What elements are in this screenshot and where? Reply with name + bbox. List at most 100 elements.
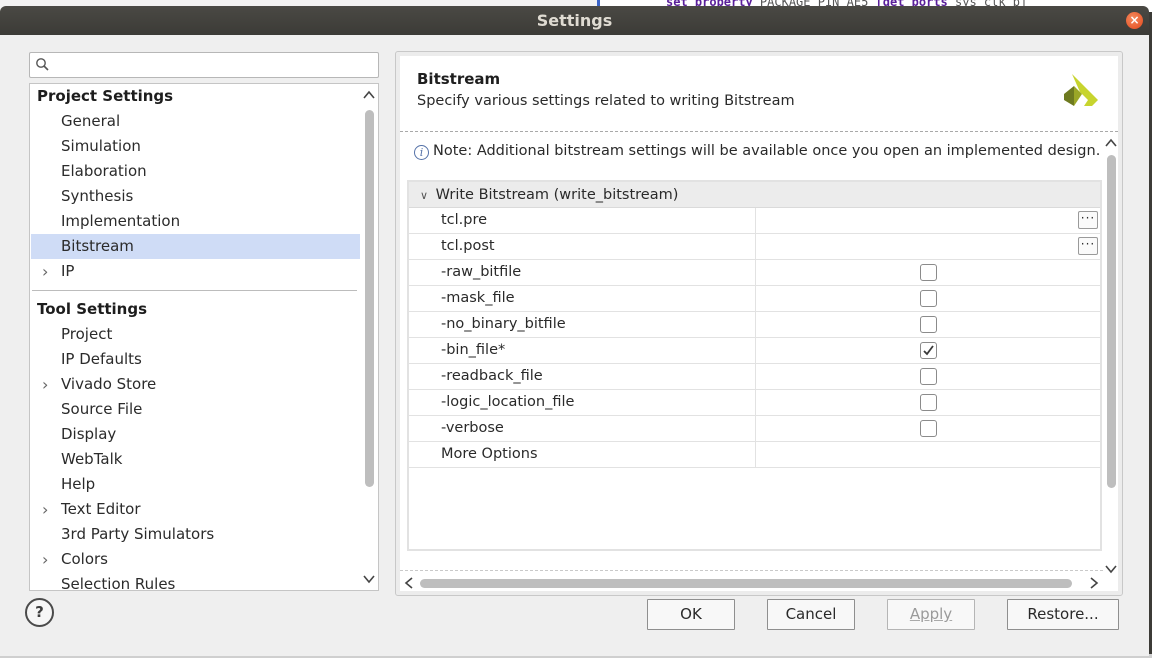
sidebar-item-help[interactable]: Help [31,472,360,497]
sidebar-item-synthesis[interactable]: Synthesis [31,184,360,209]
properties-table: ∨ Write Bitstream (write_bitstream) tcl.… [407,180,1102,551]
tree-group-project-settings[interactable]: Project Settings [30,84,360,109]
sidebar-item-source-file[interactable]: Source File [31,397,360,422]
property-row: tcl.pre ··· [409,208,1100,234]
property-value [757,416,1100,442]
sidebar-item-project[interactable]: Project [31,322,360,347]
property-row: -bin_file* [409,338,1100,364]
sidebar-item-elaboration[interactable]: Elaboration [31,159,360,184]
property-value: ··· [757,208,1100,234]
property-row: -logic_location_file [409,390,1100,416]
property-name: tcl.pre [409,208,756,234]
panel-note: i Note: Additional bitstream settings wil… [414,143,1100,160]
tree-divider [32,290,357,291]
property-name: tcl.post [409,234,756,260]
note-text: Note: Additional bitstream settings will… [433,143,1101,159]
sidebar-item-colors[interactable]: › Colors [31,547,360,572]
search-icon [36,58,49,71]
tree-scrollbar-thumb[interactable] [365,110,374,487]
scroll-right-icon[interactable] [1087,576,1101,590]
settings-search-box[interactable] [29,52,379,78]
sidebar-item-label: IP Defaults [61,350,142,368]
sidebar-item-text-editor[interactable]: › Text Editor [31,497,360,522]
ok-button[interactable]: OK [647,599,735,630]
sidebar-item-webtalk[interactable]: WebTalk [31,447,360,472]
apply-button[interactable]: Apply [887,599,975,630]
title-bar: Settings × [0,6,1149,35]
sidebar-item-label: Help [61,475,96,493]
panel-header: Bitstream Specify various settings relat… [400,56,1118,132]
property-name: -logic_location_file [409,390,756,416]
property-checkbox[interactable] [920,394,937,411]
cancel-button[interactable]: Cancel [767,599,855,630]
sidebar-item-label: Selection Rules [61,575,176,591]
sidebar-item-bitstream[interactable]: Bitstream [31,234,360,259]
property-name: -bin_file* [409,338,756,364]
property-row: -verbose [409,416,1100,442]
sidebar-item-label: Simulation [61,137,141,155]
tree-group-tool-settings-label: Tool Settings [37,300,148,318]
sidebar-item-label: Display [61,425,117,443]
sidebar-item-vivado-store[interactable]: › Vivado Store [31,372,360,397]
sidebar-item-label: Implementation [61,212,181,230]
panel-horizontal-scrollbar[interactable] [400,574,1103,592]
help-button[interactable]: ? [25,598,54,627]
property-checkbox[interactable] [920,420,937,437]
property-checkbox[interactable] [920,342,937,359]
sidebar-item-general[interactable]: General [31,109,360,134]
close-button[interactable]: × [1126,12,1143,29]
property-name: More Options [409,442,756,468]
scroll-down-icon[interactable] [362,572,376,586]
sidebar-item-label: General [61,112,121,130]
settings-tree: Project Settings General Simulation Elabor… [29,83,379,591]
property-value[interactable] [757,442,1100,468]
restore-button[interactable]: Restore... [1007,599,1119,630]
chevron-right-icon[interactable]: › [42,259,48,284]
panel-description: Specify various settings related to writ… [417,93,795,109]
property-value [757,312,1100,338]
info-icon: i [414,145,429,160]
scroll-up-icon[interactable] [1104,136,1118,150]
scroll-up-icon[interactable] [362,88,376,102]
sidebar-item-selection-rules[interactable]: Selection Rules [31,572,360,591]
sidebar-item-simulation[interactable]: Simulation [31,134,360,159]
panel-vertical-scrollbar-thumb[interactable] [1107,155,1116,488]
panel-vertical-scrollbar[interactable] [1103,136,1119,576]
property-name: -raw_bitfile [409,260,756,286]
sidebar-item-label: Synthesis [61,187,134,205]
chevron-right-icon[interactable]: › [42,547,48,572]
sidebar-item-label: Bitstream [61,237,134,255]
property-checkbox[interactable] [920,316,937,333]
property-checkbox[interactable] [920,290,937,307]
chevron-right-icon[interactable]: › [42,497,48,522]
property-value [757,390,1100,416]
sidebar-item-display[interactable]: Display [31,422,360,447]
browse-ellipsis-button[interactable]: ··· [1078,211,1098,229]
property-value [757,286,1100,312]
scroll-left-icon[interactable] [402,576,416,590]
search-input[interactable] [52,56,372,74]
tree-scrollbar[interactable] [360,84,378,590]
sidebar-item-3rd-party-simulators[interactable]: 3rd Party Simulators [31,522,360,547]
property-checkbox[interactable] [920,264,937,281]
sidebar-item-label: Project [61,325,113,343]
sidebar-item-ip-defaults[interactable]: IP Defaults [31,347,360,372]
sidebar-item-label: WebTalk [61,450,123,468]
chevron-right-icon[interactable]: › [42,372,48,397]
sidebar-item-implementation[interactable]: Implementation [31,209,360,234]
property-name: -verbose [409,416,756,442]
panel-divider [400,570,1103,571]
property-checkbox[interactable] [920,368,937,385]
chevron-down-icon: ∨ [420,189,429,202]
section-header-write-bitstream[interactable]: ∨ Write Bitstream (write_bitstream) [409,182,1100,208]
sidebar-item-label: IP [61,262,75,280]
checkmark-icon [923,345,934,356]
sidebar-item-ip[interactable]: › IP [31,259,360,284]
scroll-down-icon[interactable] [1104,562,1118,576]
help-icon: ? [35,603,44,621]
sidebar-item-label: Vivado Store [61,375,157,393]
tree-group-tool-settings[interactable]: Tool Settings [30,290,360,322]
sidebar-item-label: Colors [61,550,108,568]
browse-ellipsis-button[interactable]: ··· [1078,237,1098,255]
panel-horizontal-scrollbar-thumb[interactable] [420,579,1072,588]
